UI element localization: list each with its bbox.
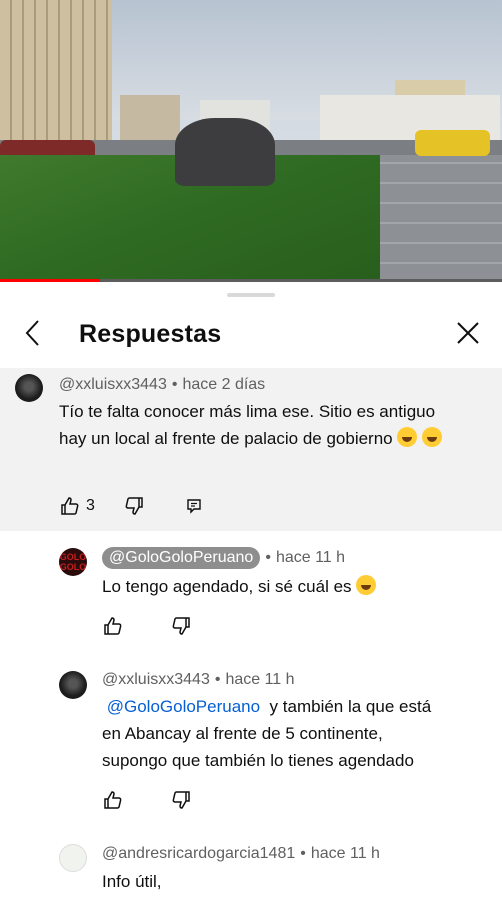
separator-dot: •: [214, 671, 221, 688]
comment-meta: @GoloGoloPeruano • hace 11 h: [102, 547, 345, 569]
close-icon: [457, 322, 479, 344]
comment-time: hace 11 h: [310, 845, 380, 862]
comment-body: y también la que está: [269, 697, 432, 716]
comment-text: Info útil,: [102, 868, 482, 895]
comment-body: supongo que también lo tienes agendado: [102, 751, 414, 770]
comment-actions: 3: [59, 495, 205, 517]
comment-author[interactable]: @andresricardogarcia1481: [102, 845, 295, 862]
avatar[interactable]: [59, 844, 87, 872]
reply-comment-icon: [187, 499, 201, 514]
comment-text: @GoloGoloPeruano y también la que está e…: [102, 693, 492, 774]
like-button[interactable]: [102, 789, 124, 811]
comment-time: hace 11 h: [275, 549, 346, 566]
video-frame-building: [0, 0, 112, 145]
thumbs-up-icon: [61, 497, 79, 515]
creator-author-chip[interactable]: @GoloGoloPeruano: [102, 547, 261, 569]
dislike-button[interactable]: [170, 789, 192, 811]
video-frame-building: [120, 95, 180, 140]
drag-handle[interactable]: [227, 293, 275, 297]
like-count: 3: [86, 497, 95, 514]
comment-time: hace 11 h: [225, 671, 295, 688]
tears-of-joy-emoji-icon: [397, 427, 418, 447]
comment-body: en Abancay al frente de 5 continente,: [102, 724, 383, 743]
comment-body: Lo tengo agendado, si sé cuál es: [102, 577, 352, 596]
separator-dot: •: [265, 549, 271, 566]
sheet-header: Respuestas: [0, 306, 502, 366]
video-frame-statue: [175, 118, 275, 186]
thumbs-down-icon: [172, 617, 190, 635]
tears-of-joy-emoji-icon: [422, 427, 443, 447]
thumbs-down-icon: [125, 497, 143, 515]
comment-meta: @xxluisxx3443 • hace 2 días: [59, 376, 265, 394]
separator-dot: •: [171, 376, 178, 393]
thumbs-up-icon: [104, 617, 122, 635]
avatar[interactable]: [59, 671, 87, 699]
comment-author[interactable]: @xxluisxx3443: [102, 671, 210, 688]
reply-button[interactable]: [183, 495, 205, 517]
comment-body: Tío te falta conocer más lima ese. Sitio…: [59, 402, 436, 448]
separator-dot: •: [300, 845, 306, 862]
parent-comment: @xxluisxx3443 • hace 2 días Tío te falta c…: [0, 368, 502, 531]
like-button[interactable]: [102, 615, 124, 637]
back-button[interactable]: [18, 318, 48, 348]
like-button[interactable]: [59, 495, 81, 517]
comment-meta: @andresricardogarcia1481 • hace 11 h: [102, 845, 380, 863]
avatar[interactable]: [15, 374, 43, 402]
chevron-left-icon: [25, 320, 39, 346]
comment-text: Lo tengo agendado, si sé cuál es: [102, 573, 482, 600]
comment-text: Tío te falta conocer más lima ese. Sitio…: [59, 398, 459, 452]
mention-link[interactable]: @GoloGoloPeruano: [107, 697, 260, 716]
comment-actions: [102, 789, 192, 811]
avatar-logo-text: GOLO: [59, 562, 87, 572]
video-frame-taxi: [415, 130, 490, 156]
replies-sheet: Respuestas @xxluisxx3443 • hace 2 días Tío…: [0, 282, 502, 900]
dislike-button[interactable]: [123, 495, 145, 517]
comment-meta: @xxluisxx3443 • hace 11 h: [102, 671, 295, 689]
comment-actions: [102, 615, 192, 637]
comment-body: Info útil,: [102, 872, 162, 891]
avatar-logo-text: GOLO: [59, 552, 87, 562]
avatar[interactable]: GOLO GOLO: [59, 548, 87, 576]
comment-author[interactable]: @xxluisxx3443: [59, 376, 167, 393]
thumbs-down-icon: [172, 791, 190, 809]
sheet-title: Respuestas: [79, 320, 222, 348]
video-frame-sidewalk: [380, 155, 502, 282]
comment-time: hace 2 días: [182, 376, 266, 393]
video-player[interactable]: [0, 0, 502, 282]
dislike-button[interactable]: [170, 615, 192, 637]
close-button[interactable]: [454, 319, 482, 347]
thumbs-up-icon: [104, 791, 122, 809]
grinning-emoji-icon: [356, 575, 377, 595]
